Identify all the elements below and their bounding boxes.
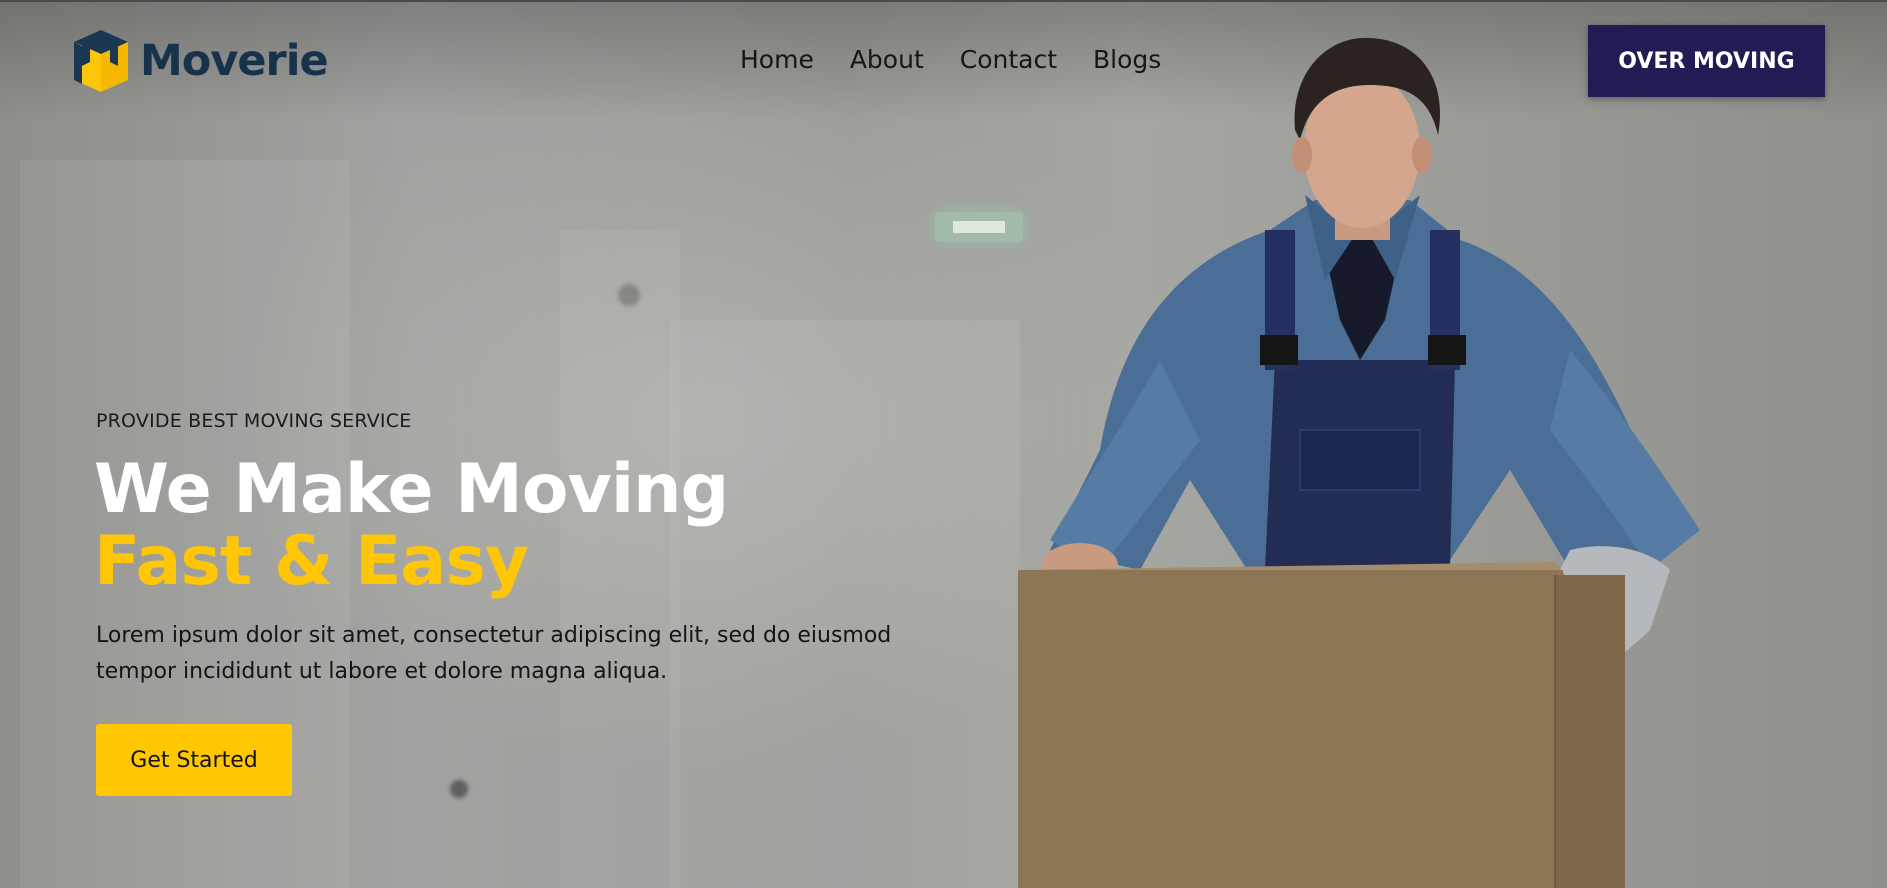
overalls-pocket bbox=[1299, 429, 1421, 491]
cardboard-box-side bbox=[1555, 575, 1625, 888]
background-spot bbox=[450, 780, 468, 798]
box-logo-icon bbox=[74, 30, 128, 92]
brand-name: Moverie bbox=[140, 36, 329, 86]
overalls-buckle bbox=[1428, 335, 1466, 365]
hero-headline-line1: We Make Moving bbox=[94, 450, 729, 529]
top-border bbox=[0, 0, 1887, 2]
mover-with-box-image bbox=[1010, 30, 1770, 888]
background-doorway bbox=[670, 320, 1020, 888]
nav-contact[interactable]: Contact bbox=[960, 45, 1057, 74]
brand-logo-link[interactable]: Moverie bbox=[70, 26, 329, 96]
background-spot bbox=[618, 284, 640, 306]
hero-eyebrow: PROVIDE BEST MOVING SERVICE bbox=[96, 410, 412, 432]
cardboard-box bbox=[1018, 570, 1563, 888]
site-header: Moverie Home About Contact Blogs OVER MO… bbox=[0, 0, 1887, 110]
nav-about[interactable]: About bbox=[850, 45, 924, 74]
nav-home[interactable]: Home bbox=[740, 45, 814, 74]
main-nav: Home About Contact Blogs bbox=[740, 45, 1197, 74]
hero-description: Lorem ipsum dolor sit amet, consectetur … bbox=[96, 623, 892, 684]
hero-headline-line2: Fast & Easy bbox=[94, 522, 529, 601]
mover-ear bbox=[1412, 137, 1432, 173]
over-moving-button[interactable]: OVER MOVING bbox=[1588, 25, 1825, 97]
overalls-buckle bbox=[1260, 335, 1298, 365]
background-wall-panel bbox=[560, 230, 680, 888]
get-started-button[interactable]: Get Started bbox=[96, 724, 292, 796]
nav-blogs[interactable]: Blogs bbox=[1093, 45, 1161, 74]
mover-ear bbox=[1292, 137, 1312, 173]
